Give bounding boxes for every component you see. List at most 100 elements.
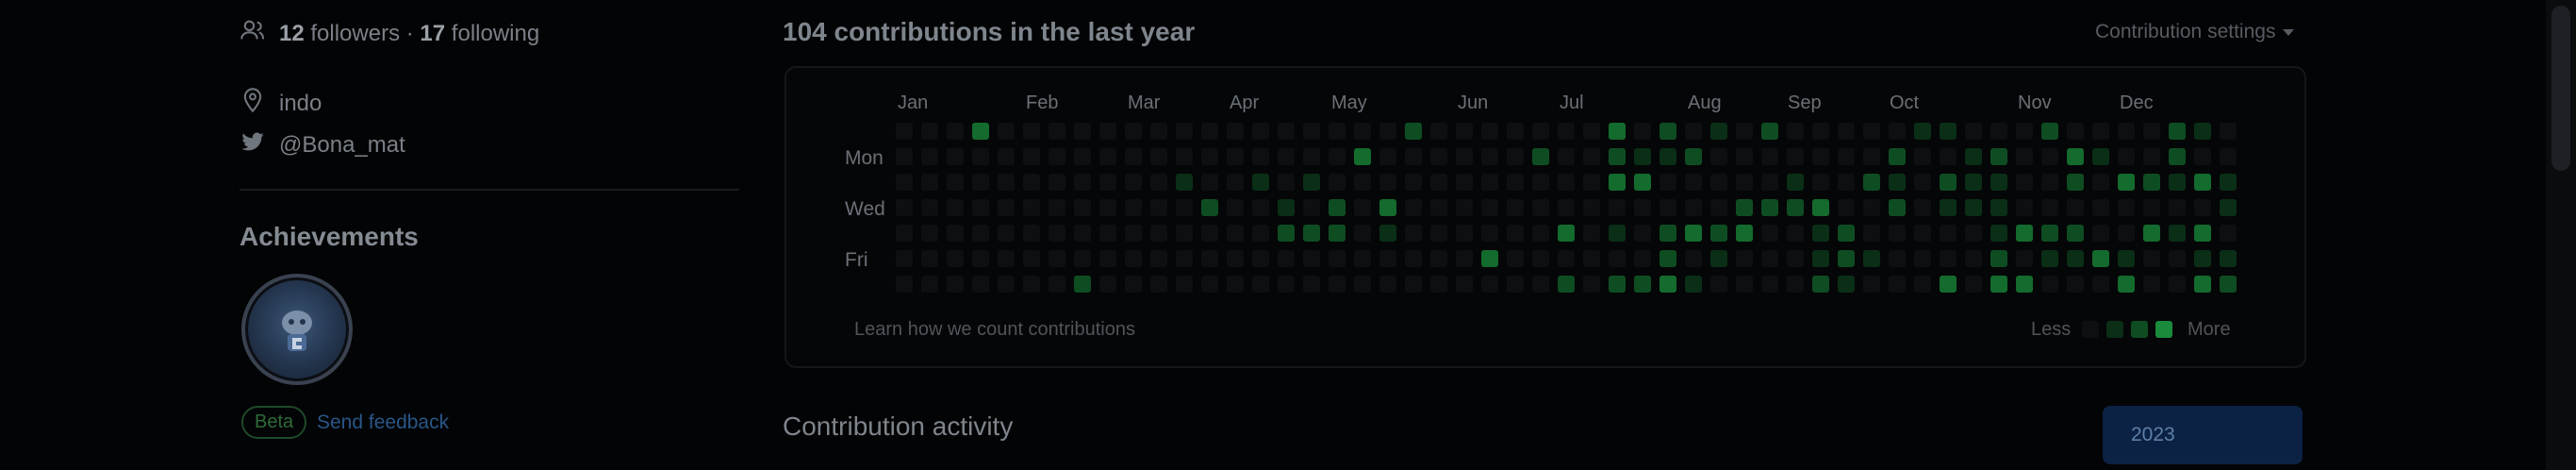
- contribution-day-cell[interactable]: [1023, 199, 1040, 216]
- contribution-day-cell[interactable]: [1049, 148, 1065, 165]
- contribution-day-cell[interactable]: [1761, 123, 1778, 140]
- contribution-day-cell[interactable]: [1354, 276, 1371, 293]
- contribution-day-cell[interactable]: [2118, 225, 2135, 242]
- contribution-day-cell[interactable]: [1405, 225, 1422, 242]
- contribution-day-cell[interactable]: [1023, 250, 1040, 267]
- contribution-day-cell[interactable]: [1710, 148, 1727, 165]
- contribution-day-cell[interactable]: [1481, 148, 1498, 165]
- contribution-day-cell[interactable]: [1507, 276, 1524, 293]
- contribution-day-cell[interactable]: [1252, 199, 1269, 216]
- contribution-day-cell[interactable]: [1558, 148, 1575, 165]
- contribution-day-cell[interactable]: [1685, 199, 1702, 216]
- contribution-day-cell[interactable]: [896, 250, 913, 267]
- contribution-day-cell[interactable]: [2041, 199, 2058, 216]
- contribution-day-cell[interactable]: [1430, 174, 1447, 191]
- contribution-day-cell[interactable]: [1379, 225, 1396, 242]
- contribution-day-cell[interactable]: [1634, 174, 1651, 191]
- contribution-day-cell[interactable]: [1405, 123, 1422, 140]
- contribution-day-cell[interactable]: [1456, 225, 1473, 242]
- contribution-day-cell[interactable]: [1329, 174, 1346, 191]
- contribution-day-cell[interactable]: [1074, 148, 1091, 165]
- contribution-day-cell[interactable]: [1761, 250, 1778, 267]
- contribution-day-cell[interactable]: [2118, 123, 2135, 140]
- contribution-day-cell[interactable]: [1583, 225, 1600, 242]
- contribution-day-cell[interactable]: [1634, 123, 1651, 140]
- contribution-day-cell[interactable]: [1889, 225, 1906, 242]
- contribution-day-cell[interactable]: [1023, 174, 1040, 191]
- contribution-day-cell[interactable]: [1863, 174, 1880, 191]
- contribution-day-cell[interactable]: [1227, 148, 1244, 165]
- contribution-day-cell[interactable]: [1252, 123, 1269, 140]
- contribution-day-cell[interactable]: [2143, 199, 2160, 216]
- contribution-day-cell[interactable]: [998, 199, 1015, 216]
- contribution-day-cell[interactable]: [1252, 250, 1269, 267]
- contribution-day-cell[interactable]: [1889, 174, 1906, 191]
- contribution-day-cell[interactable]: [1787, 225, 1804, 242]
- contribution-day-cell[interactable]: [1558, 123, 1575, 140]
- contribution-day-cell[interactable]: [2067, 225, 2084, 242]
- contribution-day-cell[interactable]: [947, 123, 964, 140]
- contribution-day-cell[interactable]: [1481, 174, 1498, 191]
- contribution-day-cell[interactable]: [1023, 276, 1040, 293]
- contribution-day-cell[interactable]: [972, 123, 989, 140]
- contribution-day-cell[interactable]: [1583, 276, 1600, 293]
- contribution-day-cell[interactable]: [1303, 199, 1320, 216]
- followers-label[interactable]: followers: [310, 21, 400, 46]
- contribution-day-cell[interactable]: [972, 250, 989, 267]
- contribution-day-cell[interactable]: [1634, 225, 1651, 242]
- contribution-day-cell[interactable]: [1507, 148, 1524, 165]
- contribution-day-cell[interactable]: [1558, 250, 1575, 267]
- contribution-day-cell[interactable]: [1914, 250, 1931, 267]
- contribution-day-cell[interactable]: [1736, 225, 1753, 242]
- contribution-day-cell[interactable]: [1787, 123, 1804, 140]
- contribution-day-cell[interactable]: [1761, 225, 1778, 242]
- contribution-day-cell[interactable]: [1227, 276, 1244, 293]
- contribution-day-cell[interactable]: [1685, 174, 1702, 191]
- contribution-day-cell[interactable]: [947, 148, 964, 165]
- contribution-day-cell[interactable]: [1863, 250, 1880, 267]
- contribution-day-cell[interactable]: [1329, 225, 1346, 242]
- contribution-day-cell[interactable]: [1863, 123, 1880, 140]
- contribution-day-cell[interactable]: [1889, 123, 1906, 140]
- contribution-day-cell[interactable]: [1278, 123, 1295, 140]
- contribution-day-cell[interactable]: [1736, 276, 1753, 293]
- contribution-day-cell[interactable]: [1099, 174, 1116, 191]
- contribution-day-cell[interactable]: [1176, 174, 1193, 191]
- contribution-day-cell[interactable]: [1252, 174, 1269, 191]
- contribution-day-cell[interactable]: [998, 250, 1015, 267]
- contribution-day-cell[interactable]: [2169, 276, 2186, 293]
- contribution-day-cell[interactable]: [1812, 123, 1829, 140]
- contribution-day-cell[interactable]: [1023, 123, 1040, 140]
- contribution-day-cell[interactable]: [947, 174, 964, 191]
- contribution-day-cell[interactable]: [1634, 199, 1651, 216]
- contribution-day-cell[interactable]: [998, 276, 1015, 293]
- contribution-day-cell[interactable]: [2169, 225, 2186, 242]
- contribution-day-cell[interactable]: [1481, 123, 1498, 140]
- contribution-day-cell[interactable]: [1660, 199, 1676, 216]
- contribution-day-cell[interactable]: [1405, 148, 1422, 165]
- contribution-day-cell[interactable]: [2041, 123, 2058, 140]
- contribution-day-cell[interactable]: [1558, 199, 1575, 216]
- contribution-day-cell[interactable]: [2118, 148, 2135, 165]
- contribution-day-cell[interactable]: [947, 225, 964, 242]
- contribution-day-cell[interactable]: [1354, 174, 1371, 191]
- contribution-day-cell[interactable]: [1761, 174, 1778, 191]
- contribution-day-cell[interactable]: [1150, 276, 1167, 293]
- contribution-day-cell[interactable]: [1965, 276, 1982, 293]
- contribution-day-cell[interactable]: [1914, 199, 1931, 216]
- contribution-day-cell[interactable]: [2118, 174, 2135, 191]
- contribution-day-cell[interactable]: [1227, 225, 1244, 242]
- contribution-day-cell[interactable]: [998, 225, 1015, 242]
- contribution-day-cell[interactable]: [972, 276, 989, 293]
- contribution-day-cell[interactable]: [1150, 123, 1167, 140]
- contribution-day-cell[interactable]: [1863, 148, 1880, 165]
- contribution-day-cell[interactable]: [2169, 174, 2186, 191]
- contribution-day-cell[interactable]: [1710, 123, 1727, 140]
- contribution-day-cell[interactable]: [1456, 250, 1473, 267]
- contribution-day-cell[interactable]: [1507, 225, 1524, 242]
- send-feedback-link[interactable]: Send feedback: [317, 411, 449, 434]
- contribution-day-cell[interactable]: [1354, 250, 1371, 267]
- contribution-day-cell[interactable]: [1227, 250, 1244, 267]
- contribution-day-cell[interactable]: [2118, 199, 2135, 216]
- contribution-day-cell[interactable]: [2067, 199, 2084, 216]
